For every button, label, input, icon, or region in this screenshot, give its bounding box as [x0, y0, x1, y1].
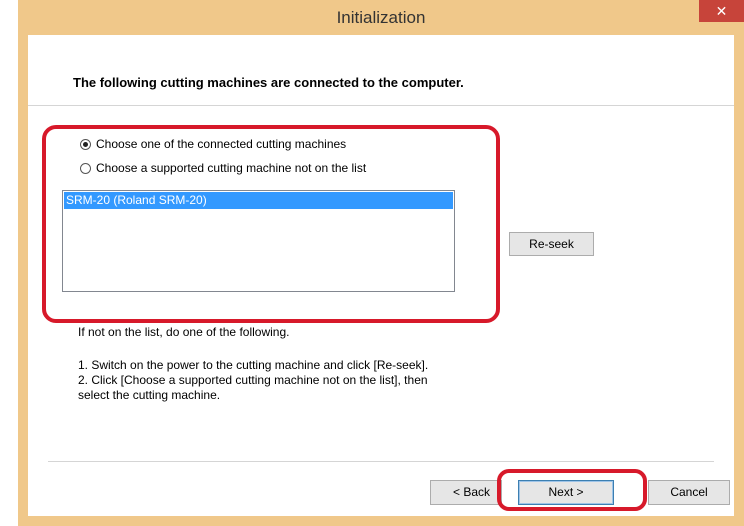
back-button[interactable]: < Back [430, 480, 502, 505]
window-title: Initialization [336, 8, 426, 27]
cancel-button[interactable]: Cancel [648, 480, 730, 505]
instructions-intro: If not on the list, do one of the follow… [78, 325, 290, 339]
title-bar: Initialization ✕ [18, 0, 744, 35]
header-divider [28, 105, 734, 106]
instructions-step-1: 1. Switch on the power to the cutting ma… [78, 358, 429, 372]
machine-selection-highlight [42, 125, 500, 323]
footer-divider [48, 461, 714, 462]
close-button[interactable]: ✕ [699, 0, 744, 22]
instructions-step-2-line-1: 2. Click [Choose a supported cutting mac… [78, 373, 428, 387]
reseek-button[interactable]: Re-seek [509, 232, 594, 256]
next-button-highlight [497, 469, 647, 511]
instructions-step-2-line-2: select the cutting machine. [78, 388, 221, 402]
header-text: The following cutting machines are conne… [73, 75, 464, 90]
